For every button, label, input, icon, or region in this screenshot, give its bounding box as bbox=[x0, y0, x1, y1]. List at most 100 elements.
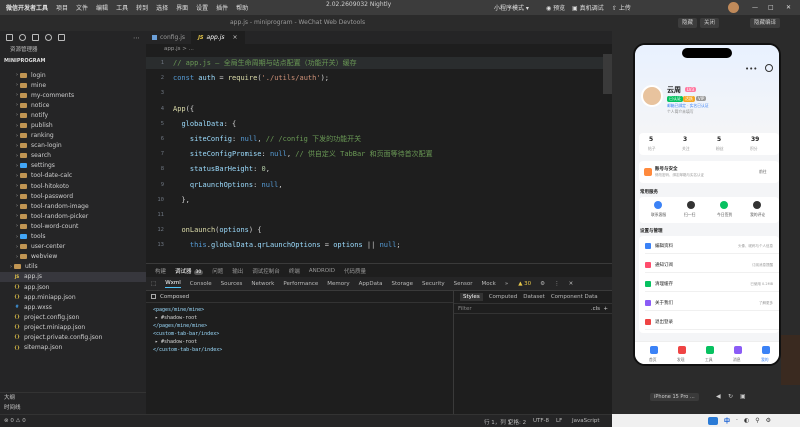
tree-item-project.config.json[interactable]: {} project.config.json bbox=[0, 312, 146, 322]
devtools-tab-2[interactable]: Sources bbox=[221, 281, 243, 287]
devtools-tab-6[interactable]: AppData bbox=[359, 281, 383, 287]
punct-icon[interactable]: · bbox=[736, 417, 738, 424]
tree-item-login[interactable]: › login bbox=[0, 70, 146, 80]
tree-item-tool-password[interactable]: › tool-password bbox=[0, 191, 146, 201]
cls-button[interactable]: .cls bbox=[591, 304, 600, 314]
ime-indicator[interactable]: 中 bbox=[724, 416, 730, 425]
account-go-button[interactable]: 前往 bbox=[759, 169, 767, 175]
mic-icon[interactable]: ⚲ bbox=[755, 417, 759, 424]
account-card[interactable]: 账号与安全 修改密码、绑定邮箱与实名认证 前往 bbox=[639, 161, 779, 183]
menu-item-10[interactable]: 帮助 bbox=[236, 3, 248, 12]
close-window-icon[interactable]: ✕ bbox=[786, 0, 791, 15]
wxml-node[interactable]: <pages/mine/mine> bbox=[146, 306, 453, 314]
tree-item-app.wxss[interactable]: # app.wxss bbox=[0, 302, 146, 312]
menu-item-0[interactable]: 微信开发者工具 bbox=[6, 3, 48, 12]
eol-status[interactable]: LF bbox=[556, 418, 562, 424]
settings-row[interactable]: 清理缓存 已使用 0.2MB › bbox=[645, 278, 779, 292]
panel-tab-2[interactable]: 问题 bbox=[212, 267, 223, 275]
devtools-tab-5[interactable]: Memory bbox=[327, 281, 349, 287]
service-label[interactable]: 今日签到 bbox=[717, 212, 732, 218]
settings-icon[interactable]: ⚙ bbox=[766, 417, 771, 424]
tree-item-notify[interactable]: › notify bbox=[0, 110, 146, 120]
composed-toggle[interactable]: Composed bbox=[146, 291, 453, 303]
hide-simulator-button[interactable]: 隐藏 bbox=[678, 18, 698, 28]
devtools-tab-3[interactable]: Network bbox=[251, 281, 274, 287]
menu-item-8[interactable]: 设置 bbox=[196, 3, 208, 12]
menu-item-2[interactable]: 文件 bbox=[76, 3, 88, 12]
mode-icon[interactable]: ◐ bbox=[744, 417, 749, 424]
source-control-icon[interactable] bbox=[32, 34, 39, 41]
tree-item-webview[interactable]: › webview bbox=[0, 252, 146, 262]
tree-item-tool-random-picker[interactable]: › tool-random-picker bbox=[0, 211, 146, 221]
more-icon[interactable]: ⋯ bbox=[133, 34, 140, 42]
app-icon[interactable] bbox=[708, 416, 718, 425]
wxml-node[interactable]: ▸ #shadow-root bbox=[146, 338, 453, 346]
close-icon[interactable]: ✕ bbox=[569, 281, 574, 287]
wxml-node[interactable]: </pages/mine/mine> bbox=[146, 322, 453, 330]
tab-label-4[interactable]: 我的 bbox=[761, 357, 769, 363]
code-editor[interactable]: 1 // app.js — 全局生命周期与站点配置（功能开关）缓存 2 const a… bbox=[146, 54, 612, 263]
settings-row[interactable]: 退出登录 › bbox=[645, 316, 779, 330]
tree-item-settings[interactable]: › settings bbox=[0, 161, 146, 171]
tree-item-project.miniapp.json[interactable]: {} project.miniapp.json bbox=[0, 322, 146, 332]
wxml-node[interactable]: </custom-tab-bar/index> bbox=[146, 346, 453, 354]
tree-item-tool-hitokoto[interactable]: › tool-hitokoto bbox=[0, 181, 146, 191]
real-debug-button[interactable]: ▣ 真机调试 bbox=[572, 0, 604, 15]
composed-checkbox[interactable] bbox=[151, 294, 156, 299]
panel-tab-7[interactable]: 代码质量 bbox=[344, 267, 366, 275]
panel-tab-3[interactable]: 输出 bbox=[232, 267, 243, 275]
tree-item-search[interactable]: › search bbox=[0, 151, 146, 161]
tree-item-tool-random-image[interactable]: › tool-random-image bbox=[0, 201, 146, 211]
tree-item-utils[interactable]: › utils bbox=[0, 262, 146, 272]
breadcrumb[interactable]: app.js > ... bbox=[146, 44, 612, 54]
minimize-icon[interactable]: — bbox=[752, 0, 758, 15]
devtools-tab-9[interactable]: Sensor bbox=[454, 281, 473, 287]
encoding-status[interactable]: UTF-8 bbox=[533, 418, 549, 424]
menu-item-6[interactable]: 选择 bbox=[156, 3, 168, 12]
minimap[interactable] bbox=[603, 54, 612, 94]
tree-item-notice[interactable]: › notice bbox=[0, 100, 146, 110]
indent-status[interactable]: 空格: 2 bbox=[508, 418, 526, 426]
menu-item-7[interactable]: 界面 bbox=[176, 3, 188, 12]
style-tab-3[interactable]: Component Data bbox=[551, 294, 598, 300]
kebab-icon[interactable]: ⋮ bbox=[554, 281, 560, 287]
language-status[interactable]: JavaScript bbox=[572, 418, 600, 424]
panel-tab-4[interactable]: 调试控制台 bbox=[252, 267, 280, 275]
wxml-node[interactable]: <custom-tab-bar/index> bbox=[146, 330, 453, 338]
style-tab-0[interactable]: Styles bbox=[460, 293, 483, 301]
tab-label-1[interactable]: 发现 bbox=[677, 357, 685, 363]
add-rule-button[interactable]: + bbox=[603, 304, 608, 314]
code-line[interactable]: 9 qrLaunchOptions: null, bbox=[146, 179, 606, 191]
code-line[interactable]: 2 const auth = require('./utils/auth'); bbox=[146, 72, 606, 84]
menu-item-3[interactable]: 编辑 bbox=[96, 3, 108, 12]
style-tab-1[interactable]: Computed bbox=[489, 294, 518, 300]
more-icon[interactable]: ••• bbox=[745, 65, 757, 73]
cursor-position[interactable]: 行 1，列 1 bbox=[484, 418, 511, 426]
close-icon[interactable]: × bbox=[233, 34, 238, 41]
tab-label-2[interactable]: 工具 bbox=[705, 357, 713, 363]
code-line[interactable]: 12 onLaunch(options) { bbox=[146, 224, 606, 236]
settings-row[interactable]: 关于我们 了解更多 › bbox=[645, 297, 779, 311]
tree-item-app.js[interactable]: JS app.js bbox=[0, 271, 146, 282]
mode-select[interactable]: 小程序模式 ▾ bbox=[494, 0, 529, 15]
volume-icon[interactable]: ◀ bbox=[716, 393, 721, 400]
tree-item-publish[interactable]: › publish bbox=[0, 120, 146, 130]
code-line[interactable]: 5 globalData: { bbox=[146, 118, 606, 130]
panel-tab-0[interactable]: 构建 bbox=[155, 267, 166, 275]
tree-item-tool-date-calc[interactable]: › tool-date-calc bbox=[0, 171, 146, 181]
warning-count[interactable]: ▲ 30 bbox=[518, 281, 531, 287]
service-label[interactable]: 扫一扫 bbox=[684, 212, 695, 218]
search-icon[interactable] bbox=[19, 34, 26, 41]
screenshot-icon[interactable]: ▣ bbox=[740, 393, 746, 400]
devtools-tab-10[interactable]: Mock bbox=[481, 281, 495, 287]
tab-label-0[interactable]: 首页 bbox=[649, 357, 657, 363]
tree-item-scan-login[interactable]: › scan-login bbox=[0, 141, 146, 151]
capsule-close-icon[interactable] bbox=[765, 64, 773, 72]
explorer-icon[interactable] bbox=[6, 34, 13, 41]
panel-tab-1[interactable]: 调试器 30 bbox=[175, 267, 204, 275]
tree-item-my-comments[interactable]: › my-comments bbox=[0, 90, 146, 100]
extensions-icon[interactable] bbox=[58, 34, 65, 41]
tree-item-app.json[interactable]: {} app.json bbox=[0, 282, 146, 292]
phone-screen[interactable]: ••• 云周 LV3 已认证 活跃 VIP 邮箱已绑定 · 实名已认证 个人简介… bbox=[633, 43, 781, 366]
avatar[interactable] bbox=[641, 85, 663, 107]
